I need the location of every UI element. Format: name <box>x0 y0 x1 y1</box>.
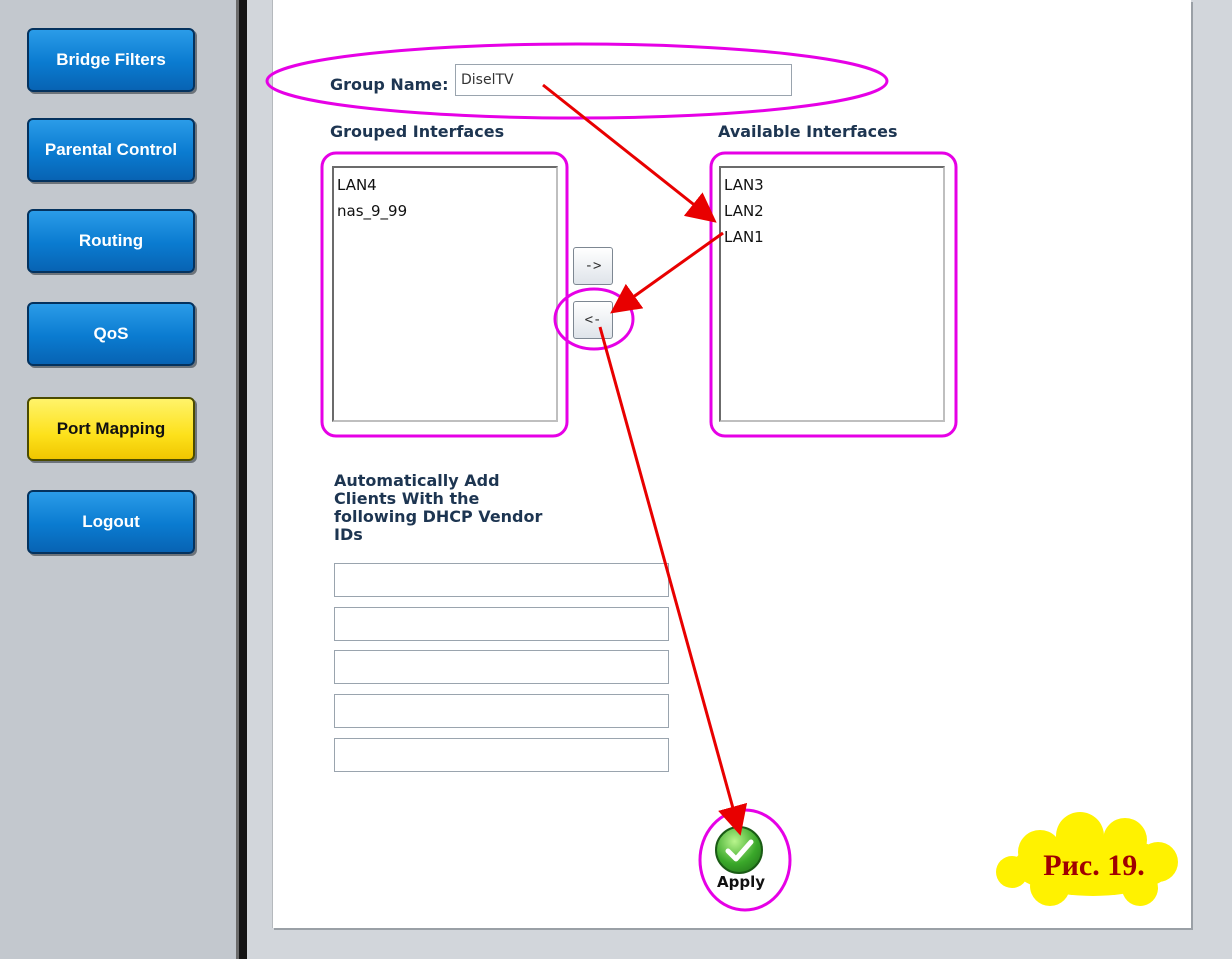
vendor-ids-label: Automatically Add Clients With the follo… <box>334 471 543 544</box>
list-item[interactable]: LAN3 <box>724 172 940 198</box>
vendor-id-input-1[interactable] <box>334 563 669 597</box>
grouped-interfaces-title: Grouped Interfaces <box>330 122 505 141</box>
available-interfaces-title: Available Interfaces <box>718 122 898 141</box>
checkmark-glyph <box>725 839 754 862</box>
list-item[interactable]: LAN2 <box>724 198 940 224</box>
frame-divider <box>236 0 247 959</box>
list-item[interactable]: LAN4 <box>337 172 553 198</box>
sidebar-item-parental-control[interactable]: Parental Control <box>27 118 195 182</box>
sidebar-item-port-mapping[interactable]: Port Mapping <box>27 397 195 461</box>
apply-button[interactable]: Apply <box>716 873 766 891</box>
sidebar: Bridge Filters Parental Control Routing … <box>0 0 236 959</box>
list-item[interactable]: nas_9_99 <box>337 198 553 224</box>
vendor-id-input-2[interactable] <box>334 607 669 641</box>
vendor-id-input-4[interactable] <box>334 694 669 728</box>
move-left-button[interactable]: <- <box>573 301 613 339</box>
vendor-id-input-3[interactable] <box>334 650 669 684</box>
group-name-label: Group Name: <box>330 75 449 94</box>
move-right-button[interactable]: -> <box>573 247 613 285</box>
grouped-interfaces-list[interactable]: LAN4 nas_9_99 <box>332 166 558 422</box>
list-item[interactable]: LAN1 <box>724 224 940 250</box>
checkmark-icon[interactable] <box>715 826 763 874</box>
sidebar-item-routing[interactable]: Routing <box>27 209 195 273</box>
vendor-id-input-5[interactable] <box>334 738 669 772</box>
figure-caption: Рис. 19. <box>1043 849 1145 882</box>
available-interfaces-list[interactable]: LAN3 LAN2 LAN1 <box>719 166 945 422</box>
group-name-input[interactable] <box>455 64 792 96</box>
sidebar-item-qos[interactable]: QoS <box>27 302 195 366</box>
sidebar-item-logout[interactable]: Logout <box>27 490 195 554</box>
sidebar-item-bridge-filters[interactable]: Bridge Filters <box>27 28 195 92</box>
